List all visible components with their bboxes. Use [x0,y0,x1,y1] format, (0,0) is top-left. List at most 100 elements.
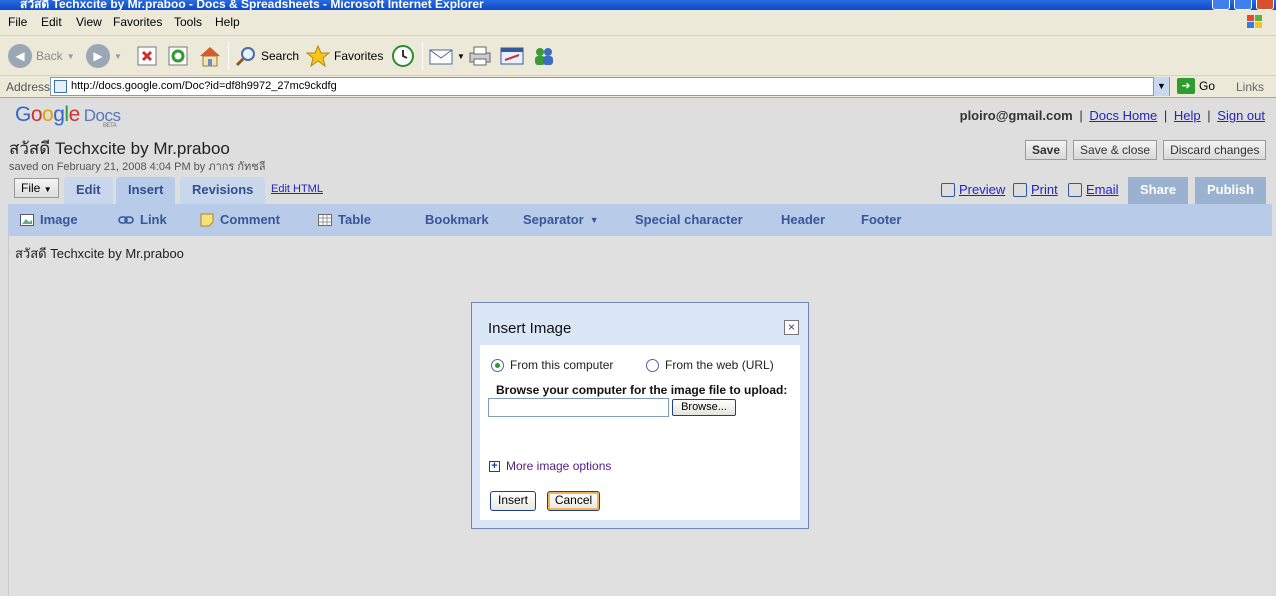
insert-comment-button[interactable]: Comment [200,212,280,227]
minimize-button[interactable] [1212,0,1230,10]
menu-file[interactable]: File [8,15,27,29]
chevron-down-icon: ▼ [589,214,599,225]
chevron-down-icon: ▼ [114,51,122,61]
discard-changes-button[interactable]: Discard changes [1163,140,1267,160]
save-close-button[interactable]: Save & close [1073,140,1158,160]
search-icon [235,47,255,67]
mail-button[interactable]: ▼ [429,42,465,70]
dialog-header: Insert Image × [480,311,800,345]
edit-html-link[interactable]: Edit HTML [271,183,323,195]
dialog-panel: Insert Image × From this computer From t… [480,311,800,520]
insert-toolbar: Image Link Comment Table Bookmark Separa… [8,204,1272,236]
user-email: ploiro@gmail.com [959,108,1073,123]
insert-image-button[interactable]: Image [20,212,78,227]
browser-toolbar: ◀ Back ▼ ▶ ▼ Search Favorites ▼ [0,36,1276,76]
edit-page-icon [500,47,524,65]
chevron-down-icon: ▼ [457,51,465,61]
insert-bookmark-button[interactable]: Bookmark [425,212,489,227]
comment-icon [200,213,214,226]
help-link[interactable]: Help [1174,108,1201,123]
docs-home-link[interactable]: Docs Home [1089,108,1157,123]
print-link[interactable]: Print [1013,182,1058,197]
refresh-icon [168,46,188,66]
file-path-input[interactable] [488,398,669,417]
print-toolbar-button[interactable] [468,42,492,70]
refresh-button[interactable] [167,42,189,70]
email-link[interactable]: Email [1068,182,1119,197]
maximize-button[interactable] [1234,0,1252,10]
messenger-button[interactable] [532,42,556,70]
more-image-options-link[interactable]: + More image options [489,459,611,473]
cancel-button[interactable]: Cancel [547,491,600,511]
menu-view[interactable]: View [76,15,102,29]
messenger-icon [535,48,553,65]
insert-table-button[interactable]: Table [318,212,371,227]
menu-help[interactable]: Help [215,15,240,29]
image-icon [20,213,34,226]
mail-icon [429,49,453,65]
stop-button[interactable] [136,42,158,70]
go-arrow-icon: ➜ [1177,78,1195,94]
printer-icon [1013,182,1027,197]
radio-unselected-icon[interactable] [646,358,659,372]
star-icon [306,45,330,67]
insert-separator-button[interactable]: Separator ▼ [523,212,599,227]
tab-edit[interactable]: Edit [64,177,113,204]
menu-edit[interactable]: Edit [41,15,62,29]
file-menu-button[interactable]: File ▼ [14,178,59,198]
search-button[interactable]: Search [235,42,299,70]
links-toolbar[interactable]: Links [1236,80,1264,94]
toolbar-separator [228,42,229,70]
insert-button[interactable]: Insert [490,491,536,511]
insert-footer-button[interactable]: Footer [861,212,901,227]
address-input[interactable]: http://docs.google.com/Doc?id=df8h9972_2… [50,77,1170,96]
edit-page-button[interactable] [500,42,524,70]
radio-selected-icon[interactable] [491,358,504,372]
tab-insert[interactable]: Insert [116,177,176,204]
dialog-title: Insert Image [488,320,572,337]
sign-out-link[interactable]: Sign out [1217,108,1265,123]
favorites-button[interactable]: Favorites [306,42,383,70]
tab-revisions[interactable]: Revisions [180,177,266,204]
window-title: สวัสดี Techxcite by Mr.praboo - Docs & S… [20,0,484,10]
home-icon [200,47,220,67]
toolbar-separator [422,42,423,70]
chevron-down-icon: ▼ [43,185,52,194]
go-button[interactable]: ➜ Go [1177,78,1215,94]
insert-special-character-button[interactable]: Special character [635,212,743,227]
back-button[interactable]: ◀ Back ▼ [8,42,75,70]
google-docs-logo[interactable]: Google Docs BETA [15,103,121,129]
address-dropdown-icon[interactable]: ▼ [1153,77,1169,96]
insert-header-button[interactable]: Header [781,212,825,227]
radio-from-computer[interactable]: From this computer [491,358,613,372]
user-bar: ploiro@gmail.com | Docs Home | Help | Si… [959,108,1265,123]
printer-icon [469,46,491,66]
menu-favorites[interactable]: Favorites [113,15,162,29]
table-icon [318,213,332,226]
browse-button[interactable]: Browse... [672,399,736,416]
menu-bar: File Edit View Favorites Tools Help [0,10,1276,36]
insert-link-button[interactable]: Link [118,212,167,227]
address-bar: Address http://docs.google.com/Doc?id=df… [0,76,1276,98]
address-label: Address [6,80,51,94]
home-button[interactable] [198,42,222,70]
stop-icon [137,46,157,66]
menu-tools[interactable]: Tools [174,15,202,29]
editor-tabs: File ▼ Edit Insert Revisions Edit HTML P… [6,177,1272,204]
back-arrow-icon: ◀ [8,44,32,68]
preview-link[interactable]: Preview [941,182,1005,197]
save-button[interactable]: Save [1025,140,1068,160]
document-body-text[interactable]: สวัสดี Techxcite by Mr.praboo [15,243,184,264]
history-icon [392,45,414,67]
radio-from-web[interactable]: From the web (URL) [646,358,774,372]
share-button[interactable]: Share [1128,177,1189,204]
forward-button[interactable]: ▶ ▼ [86,42,122,70]
expand-plus-icon: + [489,460,500,472]
close-icon[interactable]: × [784,320,799,335]
link-icon [118,215,134,224]
publish-button[interactable]: Publish [1195,177,1266,204]
close-window-button[interactable] [1256,0,1274,10]
forward-arrow-icon: ▶ [86,44,110,68]
browse-instructions: Browse your computer for the image file … [496,383,788,397]
history-button[interactable] [391,42,415,70]
